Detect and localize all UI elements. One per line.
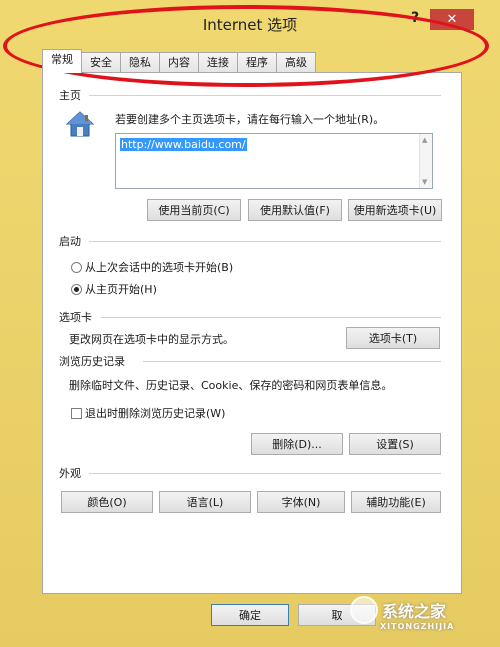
use-default-button[interactable]: 使用默认值(F) xyxy=(248,199,342,221)
watermark-subtext: XITONGZHIJIA xyxy=(380,622,455,631)
tab-advanced[interactable]: 高级 xyxy=(276,52,316,73)
textarea-scrollbar[interactable]: ▲ ▼ xyxy=(419,134,432,188)
scroll-down-icon[interactable]: ▼ xyxy=(422,178,427,186)
colors-button[interactable]: 颜色(O) xyxy=(61,491,153,513)
dialog-window: Internet 选项 ? ✕ 常规 安全 隐私 内容 连接 程序 高级 主页 … xyxy=(0,0,500,647)
history-settings-button[interactable]: 设置(S) xyxy=(349,433,441,455)
tab-privacy[interactable]: 隐私 xyxy=(120,52,160,73)
tab-content[interactable]: 内容 xyxy=(159,52,199,73)
help-button[interactable]: ? xyxy=(404,10,426,30)
scroll-up-icon[interactable]: ▲ xyxy=(422,136,427,144)
startup-section-title: 启动 xyxy=(59,235,81,248)
tabs-description: 更改网页在选项卡中的显示方式。 xyxy=(69,333,234,346)
history-section-title: 浏览历史记录 xyxy=(59,355,125,368)
tab-security[interactable]: 安全 xyxy=(81,52,121,73)
homepage-url-textarea[interactable]: http://www.baidu.com/ ▲ ▼ xyxy=(115,133,433,189)
delete-on-exit-checkbox[interactable] xyxy=(71,408,82,419)
close-button[interactable]: ✕ xyxy=(430,9,474,30)
use-current-button[interactable]: 使用当前页(C) xyxy=(147,199,241,221)
tab-programs[interactable]: 程序 xyxy=(237,52,277,73)
section-divider xyxy=(89,473,441,474)
homepage-url-value: http://www.baidu.com/ xyxy=(120,138,247,151)
tabs-settings-button[interactable]: 选项卡(T) xyxy=(346,327,440,349)
appearance-section-title: 外观 xyxy=(59,467,81,480)
history-description: 删除临时文件、历史记录、Cookie、保存的密码和网页表单信息。 xyxy=(69,379,393,392)
fonts-button[interactable]: 字体(N) xyxy=(257,491,345,513)
radio-last-session[interactable] xyxy=(71,262,82,273)
radio-homepage[interactable] xyxy=(71,284,82,295)
use-new-tab-button[interactable]: 使用新选项卡(U) xyxy=(348,199,442,221)
section-divider xyxy=(89,241,441,242)
delete-on-exit-label[interactable]: 退出时删除浏览历史记录(W) xyxy=(85,405,225,421)
tab-connections[interactable]: 连接 xyxy=(198,52,238,73)
watermark: 系统之家 XITONGZHIJIA xyxy=(350,590,496,644)
tabs-section-title: 选项卡 xyxy=(59,311,92,324)
radio-homepage-label[interactable]: 从主页开始(H) xyxy=(85,281,157,297)
section-divider xyxy=(143,361,441,362)
tab-general[interactable]: 常规 xyxy=(42,49,82,73)
ok-button[interactable]: 确定 xyxy=(211,604,289,626)
homepage-description: 若要创建多个主页选项卡，请在每行输入一个地址(R)。 xyxy=(115,113,385,126)
radio-last-session-label[interactable]: 从上次会话中的选项卡开始(B) xyxy=(85,259,233,275)
homepage-section-title: 主页 xyxy=(59,89,81,102)
title-bar[interactable]: Internet 选项 ? ✕ xyxy=(0,0,500,40)
tab-strip: 常规 安全 隐私 内容 连接 程序 高级 xyxy=(42,49,316,73)
house-icon xyxy=(65,109,95,139)
watermark-logo-icon xyxy=(350,596,378,624)
delete-history-button[interactable]: 删除(D)... xyxy=(251,433,343,455)
watermark-text: 系统之家 xyxy=(382,602,447,621)
section-divider xyxy=(101,317,441,318)
languages-button[interactable]: 语言(L) xyxy=(159,491,251,513)
section-divider xyxy=(89,95,441,96)
general-panel: 主页 若要创建多个主页选项卡，请在每行输入一个地址(R)。 http://www… xyxy=(42,72,462,594)
accessibility-button[interactable]: 辅助功能(E) xyxy=(351,491,441,513)
